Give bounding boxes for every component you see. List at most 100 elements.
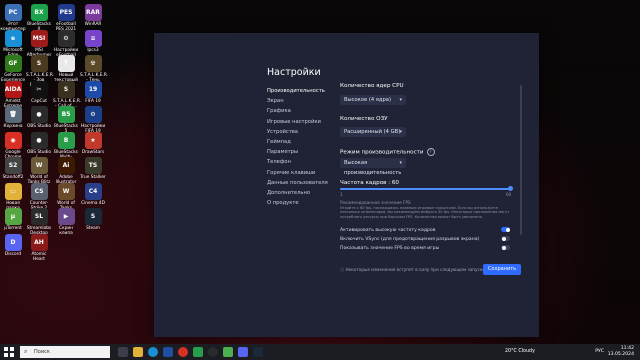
app-icon: S bbox=[30, 55, 48, 72]
desktop-icon[interactable]: ✂ CapCut bbox=[26, 80, 52, 104]
cpu-select[interactable]: Высокое (4 ядра) ▾ bbox=[340, 95, 406, 105]
desktop-icon[interactable]: ●OBS Studio (... bbox=[26, 131, 52, 160]
toggle-row: Активировать высокую частоту кадров bbox=[340, 227, 510, 233]
desktop-icon[interactable]: AH Atomic Heart bbox=[26, 233, 52, 262]
desktop-icon-label: Atomic Heart bbox=[31, 251, 47, 262]
edge-icon[interactable] bbox=[148, 347, 158, 357]
settings-nav-item[interactable]: О продукте bbox=[267, 200, 299, 206]
taskbar: ⌕ Поиск 20°C Cloudy РУС 11:42 13.05.2024 bbox=[0, 344, 640, 360]
settings-nav-item[interactable]: Геймпад bbox=[267, 139, 291, 145]
settings-nav-item[interactable]: Дополнительно bbox=[267, 190, 310, 196]
desktop-icon[interactable]: ◉Google Chrome bbox=[0, 131, 26, 160]
desktop-icon[interactable]: S2 Standoff2 bbox=[0, 157, 26, 180]
desktop-icon[interactable]: GFGeForce Experience bbox=[0, 55, 26, 83]
desktop-icon[interactable]: C4 Cinema 4D bbox=[80, 182, 106, 206]
language-indicator[interactable]: РУС bbox=[595, 349, 604, 355]
help-icon[interactable]: ? bbox=[426, 148, 435, 156]
desktop-icon[interactable]: BXBlueStacks X bbox=[26, 4, 52, 32]
settings-nav-item[interactable]: Устройства bbox=[267, 129, 298, 135]
settings-title: Настройки bbox=[267, 67, 321, 78]
windows-start-icon[interactable] bbox=[4, 347, 14, 357]
fps-slider-handle[interactable] bbox=[507, 186, 513, 191]
desktop-icon[interactable]: S Steam bbox=[80, 208, 106, 231]
app-icon: SL bbox=[30, 208, 48, 225]
desktop-icon[interactable]: WWorld of Tanks Blitz bbox=[26, 157, 52, 185]
desktop-icon[interactable]: ≡ lpcs3 bbox=[80, 29, 106, 53]
system-tray[interactable]: РУС 11:42 13.05.2024 bbox=[595, 346, 634, 358]
settings-nav-item[interactable]: Игровые настройки bbox=[267, 119, 321, 125]
desktop-icon-label: Discord bbox=[4, 251, 22, 257]
settings-nav-item[interactable]: Телефон bbox=[267, 159, 291, 165]
desktop-icon-label: DrawStars bbox=[81, 149, 105, 155]
taskbar-search[interactable]: ⌕ Поиск bbox=[20, 346, 110, 358]
desktop-icon[interactable]: MSIMSI Afterburner bbox=[26, 29, 52, 58]
desktop-icon[interactable]: PCЭтот компьютер bbox=[0, 4, 26, 32]
file-explorer-icon[interactable] bbox=[133, 347, 143, 357]
desktop-icon[interactable]: AIDAAmidst Extreme bbox=[0, 80, 26, 109]
settings-nav-item[interactable]: Производительность bbox=[267, 88, 325, 94]
app-icon: RAR bbox=[84, 4, 102, 21]
desktop-icon[interactable]: SLStreamlabs Desktop bbox=[26, 208, 52, 236]
ram-select[interactable]: Расширенный (4 GB) ▾ bbox=[340, 127, 406, 137]
settings-window: Настройки Производительность Экран Графика… bbox=[154, 33, 539, 337]
app-icon: ≡ bbox=[84, 29, 102, 47]
desktop-icon[interactable]: RAR WinRAR bbox=[80, 4, 106, 27]
app-icon: PES bbox=[57, 4, 75, 21]
desktop-icon[interactable]: SS.T.A.L.K.E.R. - Call of ... bbox=[53, 80, 81, 109]
desktop-icon[interactable]: µ µTorrent bbox=[0, 208, 26, 231]
desktop-icon[interactable]: eMicrosoft Edge bbox=[0, 29, 26, 58]
fps-label: Частота кадров : 60 bbox=[340, 180, 399, 186]
desktop-icon-label: FIFA 19 bbox=[85, 98, 101, 104]
app-icon: ⚙ bbox=[84, 106, 102, 123]
chevron-down-icon: ▾ bbox=[399, 160, 402, 166]
app-icon: Ai bbox=[57, 157, 75, 174]
settings-nav-item[interactable]: Горячие клавиши bbox=[267, 170, 315, 176]
desktop-icon[interactable]: 19 FIFA 19 bbox=[80, 80, 106, 104]
fps-slider[interactable] bbox=[340, 186, 513, 191]
desktop-icon[interactable]: 🗑 Корзина bbox=[0, 106, 26, 129]
settings-nav-item[interactable]: Данные пользователя bbox=[267, 180, 328, 186]
bluestacks-taskbar-icon[interactable] bbox=[193, 347, 203, 357]
perf-mode-select[interactable]: Высокая производительность ▾ bbox=[340, 158, 406, 176]
desktop-icon[interactable]: B5BlueStacks 5 bbox=[53, 106, 79, 134]
app-icon: D bbox=[4, 233, 22, 251]
settings-nav-item[interactable]: Экран bbox=[267, 98, 284, 104]
obs-icon[interactable] bbox=[208, 347, 218, 357]
app-icon: MSI bbox=[30, 29, 48, 47]
perf-mode-select-value: Высокая производительность bbox=[344, 160, 402, 176]
toggle-switch[interactable] bbox=[501, 227, 510, 232]
desktop-icon[interactable]: WWorld of Tanks bbox=[53, 182, 79, 211]
app-icon: µ bbox=[4, 208, 22, 225]
toggle-switch[interactable] bbox=[501, 245, 510, 250]
settings-nav-item[interactable]: Параметры bbox=[267, 149, 298, 155]
desktop-icon-label: CapCut bbox=[31, 98, 47, 104]
store-icon[interactable] bbox=[163, 347, 173, 357]
task-view-icon[interactable] bbox=[118, 347, 128, 357]
footer-note-text: Некоторые изменения вступят в силу при с… bbox=[345, 267, 485, 272]
app-icon[interactable] bbox=[223, 347, 233, 357]
desktop-icon[interactable]: CSCounter-Strike 2 bbox=[26, 182, 52, 211]
app-icon: W bbox=[30, 157, 48, 174]
desktop-icon[interactable]: ▶ Скрин клипа bbox=[53, 208, 79, 236]
toggle-switch[interactable] bbox=[501, 236, 510, 241]
discord-icon[interactable] bbox=[238, 347, 248, 357]
desktop-icon[interactable]: PESeFootball PES 2021 bbox=[53, 4, 79, 32]
toggle-knob bbox=[501, 245, 506, 250]
desktop-icon-label: WinRAR bbox=[84, 22, 102, 27]
save-button[interactable]: Сохранить bbox=[483, 264, 521, 275]
desktop-icon[interactable]: ★ DrawStars bbox=[80, 131, 106, 155]
toggle-label: Включить VSync (для предотвращения разры… bbox=[340, 237, 480, 242]
desktop-icon[interactable]: ● OBS Studio bbox=[26, 106, 52, 129]
desktop-icon[interactable]: ▭Новая папка bbox=[0, 182, 26, 211]
settings-nav-item[interactable]: Графика bbox=[267, 108, 291, 114]
desktop-icon-label: Standoff2 bbox=[2, 175, 24, 180]
settings-scrollbar[interactable] bbox=[520, 85, 522, 235]
footer-note: ⓘ Некоторые изменения вступят в силу при… bbox=[340, 267, 485, 272]
weather-widget[interactable]: 20°C Cloudy bbox=[505, 349, 535, 354]
perf-mode-row: Режим производительности? bbox=[340, 148, 435, 156]
chrome-icon[interactable] bbox=[178, 347, 188, 357]
desktop-icon[interactable]: D Discord bbox=[0, 233, 26, 257]
desktop-icon[interactable]: ⚙Настройки FIFA 19 bbox=[80, 106, 106, 134]
steam-icon[interactable] bbox=[253, 347, 263, 357]
desktop-icon[interactable]: TS True Stalker bbox=[80, 157, 106, 180]
